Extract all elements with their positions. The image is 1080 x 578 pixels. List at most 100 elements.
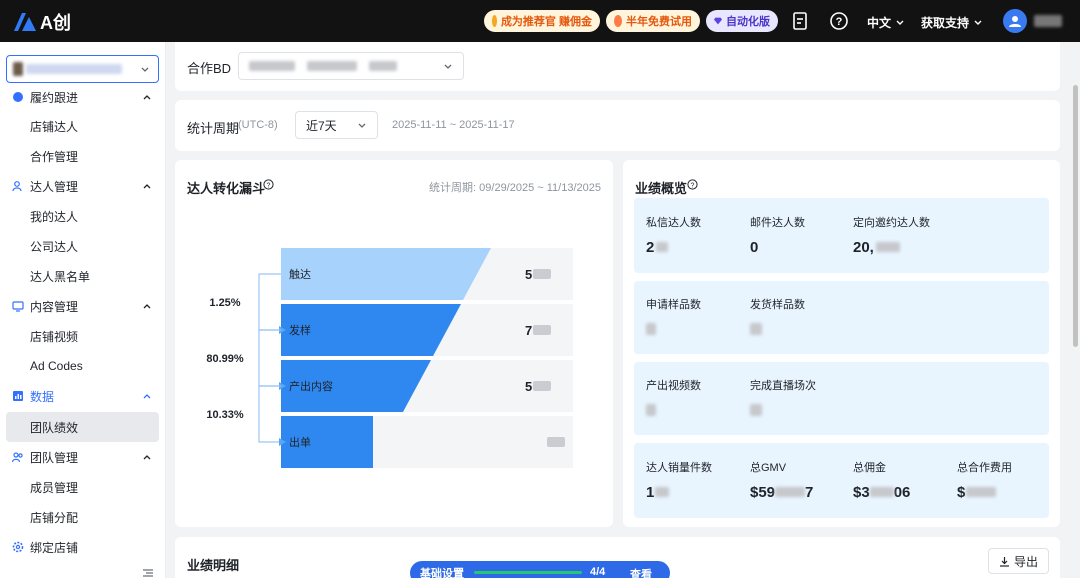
sidebar-item-my-creators[interactable]: 我的达人 <box>6 201 159 231</box>
team-icon <box>12 452 23 463</box>
sidebar-group-fulfillment[interactable]: 履约跟进 <box>0 82 165 112</box>
kpi-label-total-gmv: 总GMV <box>750 462 787 474</box>
sidebar-group-label: 绑定店铺 <box>30 540 79 555</box>
funnel-stage-label: 触达 <box>289 267 311 281</box>
sidebar-item-label: 公司达人 <box>30 239 79 254</box>
sidebar-item-label: 合作管理 <box>30 149 79 164</box>
funnel-connector <box>258 385 281 443</box>
bd-select[interactable] <box>238 52 464 80</box>
document-icon[interactable] <box>790 11 810 31</box>
funnel-stage-bar[interactable] <box>281 248 491 300</box>
sidebar-item-label: 店铺达人 <box>30 119 79 134</box>
kpi-value-total-commission: $3 06 <box>853 484 911 501</box>
kpi-label-units-sold: 达人销量件数 <box>646 462 712 474</box>
store-selector[interactable] <box>6 55 159 83</box>
funnel-stage-value: 5 <box>525 379 532 394</box>
scrollbar-thumb[interactable] <box>1073 85 1078 347</box>
kpi-value-total-collab-fee: $ <box>957 484 997 501</box>
sidebar-group-data[interactable]: 数据 <box>0 381 165 411</box>
overview-title: 业绩概览 <box>635 181 688 196</box>
export-button[interactable]: 导出 <box>988 548 1049 574</box>
bd-label: 合作BD <box>187 61 232 76</box>
kpi-row-outreach: 私信达人数 2 邮件达人数 0 定向邀约达人数 20, <box>634 198 1049 273</box>
setup-progress-bar[interactable]: 基础设置 4/4 查看 <box>410 561 670 578</box>
language-selector[interactable]: 中文 <box>867 14 905 31</box>
collapse-sidebar-icon[interactable] <box>142 568 154 578</box>
kpi-label-videos: 产出视频数 <box>646 380 701 392</box>
period-value: 近7天 <box>306 118 337 133</box>
automation-edition-button[interactable]: 自动化版 <box>706 10 778 32</box>
sidebar-group-label: 履约跟进 <box>30 90 79 105</box>
setup-progress-fill <box>474 571 582 574</box>
funnel-chart: 触达 5 发样 7 产出内容 5 出单 1.25% 80.99% 10.33% <box>206 248 573 468</box>
chevron-down-icon <box>444 64 452 69</box>
logo[interactable]: A创 <box>12 9 71 35</box>
help-icon[interactable]: ? <box>829 11 849 31</box>
kpi-label-email-creators: 邮件达人数 <box>750 217 805 229</box>
kpi-label-targeted-invites: 定向邀约达人数 <box>853 217 930 229</box>
referral-promo-button[interactable]: 成为推荐官 赚佣金 <box>484 10 600 32</box>
kpi-label-live-sessions: 完成直播场次 <box>750 380 816 392</box>
support-menu[interactable]: 获取支持 <box>921 14 983 31</box>
sidebar-group-label: 内容管理 <box>30 299 79 314</box>
funnel-conversion-rate: 80.99% <box>206 353 244 365</box>
free-trial-label: 半年免费试用 <box>626 16 692 28</box>
setup-progress-track <box>474 571 582 574</box>
sidebar-item-label: 店铺分配 <box>30 510 79 525</box>
period-select[interactable]: 近7天 <box>295 111 378 139</box>
sidebar-group-creators[interactable]: 达人管理 <box>0 171 165 201</box>
kpi-row-sales: 达人销量件数 1 总GMV $59 7 总佣金 $3 06 总合作费用 $ <box>634 443 1049 518</box>
party-popper-icon <box>614 15 622 27</box>
funnel-stage-value-redacted <box>533 325 551 335</box>
overview-card: 业绩概览 ? 私信达人数 2 邮件达人数 0 定向邀约达人数 20, 申请样品数… <box>623 160 1060 527</box>
funnel-stage-value-redacted <box>533 269 551 279</box>
sidebar-item-store-assignment[interactable]: 店铺分配 <box>6 502 159 532</box>
funnel-conversion-rate: 1.25% <box>209 297 240 309</box>
funnel-stage-label: 产出内容 <box>289 379 333 393</box>
gear-icon <box>12 541 24 553</box>
fulfillment-icon <box>13 92 23 102</box>
free-trial-button[interactable]: 半年免费试用 <box>606 10 700 32</box>
export-label: 导出 <box>1013 554 1038 569</box>
sidebar-item-company-creators[interactable]: 公司达人 <box>6 231 159 261</box>
chevron-down-icon <box>141 67 149 72</box>
kpi-value-live-sessions-redacted <box>750 404 762 416</box>
sidebar-item-store-creators[interactable]: 店铺达人 <box>6 111 159 141</box>
chevron-down-icon <box>358 123 366 128</box>
kpi-value-targeted-invites: 20, <box>853 239 900 256</box>
kpi-value-sample-requests-redacted <box>646 323 656 335</box>
sidebar-item-label: 团队绩效 <box>30 420 79 435</box>
bd-value-redacted <box>249 61 295 71</box>
period-label: 统计周期 <box>187 121 240 136</box>
avatar[interactable] <box>1003 9 1027 33</box>
logo-text: A创 <box>40 13 71 33</box>
sidebar-item-label: 成员管理 <box>30 480 79 495</box>
sidebar: 履约跟进 店铺达人 合作管理 达人管理 我的达人 公司达人 达人黑名单 内容管理… <box>0 42 166 578</box>
date-range: 2025-11-11 ~ 2025-11-17 <box>392 119 515 131</box>
sidebar-group-content[interactable]: 内容管理 <box>0 291 165 321</box>
sidebar-item-label: 达人黑名单 <box>30 269 91 284</box>
sidebar-item-collaboration[interactable]: 合作管理 <box>6 141 159 171</box>
sidebar-item-ad-codes[interactable]: Ad Codes <box>6 351 159 381</box>
username-redacted[interactable] <box>1034 15 1062 27</box>
funnel-stage-label: 发样 <box>289 323 311 337</box>
scrollbar[interactable] <box>1071 42 1080 578</box>
chevron-down-icon <box>974 20 982 25</box>
bd-value-redacted <box>307 61 357 71</box>
sidebar-group-bind-store[interactable]: 绑定店铺 <box>0 532 165 562</box>
sidebar-item-store-videos[interactable]: 店铺视频 <box>6 321 159 351</box>
sidebar-item-team-performance[interactable]: 团队绩效 <box>6 412 159 442</box>
language-label: 中文 <box>867 16 892 30</box>
kpi-label-dm-creators: 私信达人数 <box>646 217 701 229</box>
sidebar-group-label: 团队管理 <box>30 450 79 465</box>
funnel-stage-value: 7 <box>525 323 532 338</box>
sidebar-group-team[interactable]: 团队管理 <box>0 442 165 472</box>
info-icon[interactable]: ? <box>687 179 698 190</box>
setup-view-link[interactable]: 查看 <box>630 566 652 578</box>
sidebar-item-members[interactable]: 成员管理 <box>6 472 159 502</box>
chevron-down-icon <box>896 20 904 25</box>
sidebar-item-blacklist[interactable]: 达人黑名单 <box>6 261 159 291</box>
kpi-value-dm-creators: 2 <box>646 239 669 256</box>
chevron-up-icon <box>143 455 151 460</box>
chevron-up-icon <box>143 95 151 100</box>
